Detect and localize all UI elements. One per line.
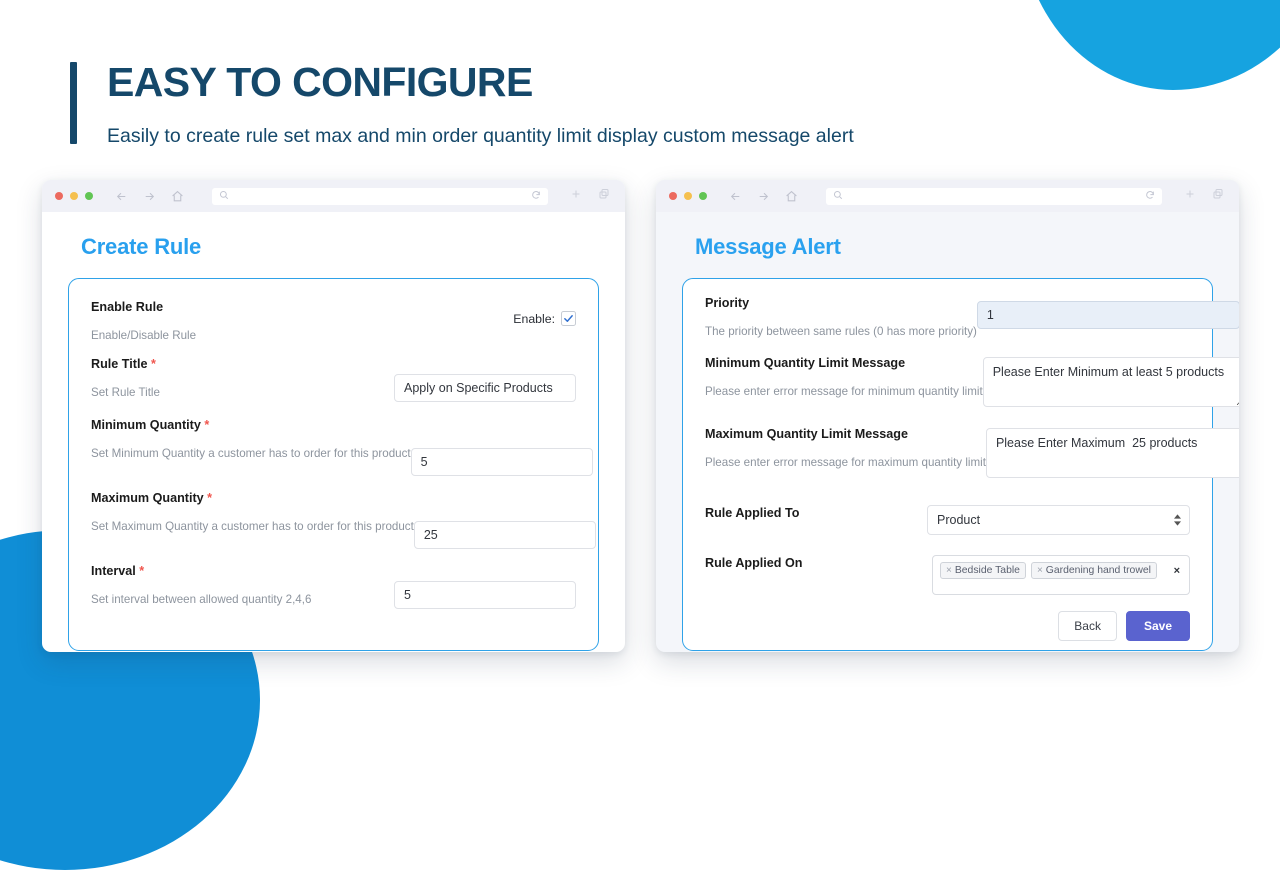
- browser-window-message-alert: Message Alert Priority The priority betw…: [656, 180, 1239, 652]
- field-hint: Set Rule Title: [91, 386, 160, 399]
- copy-tabs-icon[interactable]: [598, 187, 610, 205]
- browser-chrome-right: [656, 180, 1239, 212]
- priority-input[interactable]: [976, 301, 1239, 329]
- tag-label: Bedside Table: [954, 565, 1020, 576]
- reload-icon[interactable]: [531, 187, 541, 205]
- home-icon[interactable]: [171, 190, 184, 203]
- field-label: Maximum Quantity Limit Message: [705, 427, 908, 441]
- required-asterisk: *: [147, 357, 156, 371]
- address-bar[interactable]: [826, 187, 1162, 205]
- field-row-rule-applied-on: Rule Applied On × Bedside Table × Garden…: [705, 555, 1190, 595]
- enable-checkbox-group[interactable]: Enable:: [513, 311, 576, 326]
- forward-arrow-icon[interactable]: [143, 190, 156, 203]
- field-label: Rule Applied To: [705, 506, 800, 520]
- tag-label: Gardening hand trowel: [1045, 565, 1151, 576]
- field-row-max-limit-message: Maximum Quantity Limit Message Please en…: [705, 426, 1239, 478]
- field-label: Interval *: [91, 564, 145, 578]
- field-row-priority: Priority The priority between same rules…: [705, 295, 1239, 338]
- minimum-quantity-input[interactable]: [410, 448, 593, 476]
- maximize-traffic-light[interactable]: [85, 192, 93, 200]
- required-asterisk: *: [135, 564, 145, 578]
- field-row-maximum-quantity: Maximum Quantity * Set Maximum Quantity …: [91, 490, 596, 549]
- traffic-lights: [669, 192, 707, 200]
- accent-bar: [70, 62, 77, 144]
- home-icon[interactable]: [785, 190, 798, 203]
- minimum-limit-message-textarea[interactable]: [982, 357, 1239, 407]
- back-arrow-icon[interactable]: [729, 190, 742, 203]
- right-window-title: Message Alert: [695, 234, 841, 259]
- reload-icon[interactable]: [1145, 187, 1155, 205]
- field-label: Enable Rule: [91, 300, 164, 314]
- maximum-quantity-input[interactable]: [413, 521, 596, 549]
- field-label: Minimum Quantity *: [91, 418, 210, 432]
- tag-remove-icon[interactable]: ×: [946, 565, 952, 576]
- card-footer-buttons: Back Save: [705, 611, 1190, 641]
- headline-block: EASY TO CONFIGURE Easily to create rule …: [70, 58, 854, 150]
- field-hint: Set interval between allowed quantity 2,…: [91, 593, 312, 606]
- tag-remove-icon[interactable]: ×: [1037, 565, 1043, 576]
- field-label: Priority: [705, 296, 750, 310]
- enable-checkbox[interactable]: [561, 311, 576, 326]
- interval-input[interactable]: [394, 581, 576, 609]
- rule-title-input[interactable]: [394, 374, 576, 402]
- copy-tabs-icon[interactable]: [1212, 187, 1224, 205]
- field-label: Rule Applied On: [705, 556, 803, 570]
- field-row-enable-rule: Enable Rule Enable/Disable Rule Enable:: [91, 299, 576, 342]
- page-title: EASY TO CONFIGURE: [107, 59, 533, 105]
- required-asterisk: *: [203, 491, 213, 505]
- field-hint: Please enter error message for maximum q…: [705, 456, 986, 469]
- browser-chrome-left: [42, 180, 625, 212]
- tag-chip[interactable]: × Bedside Table: [940, 562, 1026, 579]
- rule-applied-to-value: Product: [937, 513, 981, 527]
- close-traffic-light[interactable]: [669, 192, 677, 200]
- tag-chip[interactable]: × Gardening hand trowel: [1030, 562, 1157, 579]
- minimize-traffic-light[interactable]: [684, 192, 692, 200]
- field-row-minimum-quantity: Minimum Quantity * Set Minimum Quantity …: [91, 417, 593, 476]
- field-row-interval: Interval * Set interval between allowed …: [91, 563, 576, 609]
- address-bar[interactable]: [212, 187, 548, 205]
- field-hint: The priority between same rules (0 has m…: [705, 325, 977, 338]
- enable-checkbox-label: Enable:: [513, 311, 555, 326]
- rule-applied-on-tags-input[interactable]: × Bedside Table × Gardening hand trowel …: [932, 555, 1190, 595]
- maximize-traffic-light[interactable]: [699, 192, 707, 200]
- minimize-traffic-light[interactable]: [70, 192, 78, 200]
- field-hint: Set Maximum Quantity a customer has to o…: [91, 520, 414, 533]
- maximum-limit-message-textarea[interactable]: [985, 428, 1239, 478]
- search-icon: [833, 187, 843, 205]
- traffic-lights: [55, 192, 93, 200]
- field-row-min-limit-message: Minimum Quantity Limit Message Please en…: [705, 355, 1239, 407]
- field-hint: Enable/Disable Rule: [91, 329, 197, 342]
- close-traffic-light[interactable]: [55, 192, 63, 200]
- rule-applied-to-select[interactable]: Product: [927, 505, 1190, 535]
- field-label: Maximum Quantity *: [91, 491, 213, 505]
- field-hint: Please enter error message for minimum q…: [705, 385, 983, 398]
- field-label: Rule Title *: [91, 357, 156, 371]
- forward-arrow-icon[interactable]: [757, 190, 770, 203]
- field-row-rule-title: Rule Title * Set Rule Title: [91, 356, 576, 402]
- plus-icon[interactable]: [1184, 187, 1196, 205]
- field-label: Minimum Quantity Limit Message: [705, 356, 906, 370]
- browser-window-create-rule: Create Rule Enable Rule Enable/Disable R…: [42, 180, 625, 652]
- message-alert-card: Priority The priority between same rules…: [682, 278, 1239, 651]
- required-asterisk: *: [200, 418, 210, 432]
- back-arrow-icon[interactable]: [115, 190, 128, 203]
- back-button[interactable]: Back: [1058, 611, 1117, 641]
- page-subtitle: Easily to create rule set max and min or…: [107, 125, 854, 148]
- field-hint: Set Minimum Quantity a customer has to o…: [91, 447, 411, 460]
- select-spinner-icon: [1174, 514, 1181, 526]
- create-rule-card: Enable Rule Enable/Disable Rule Enable:: [68, 278, 599, 651]
- save-button[interactable]: Save: [1125, 611, 1190, 641]
- plus-icon[interactable]: [570, 187, 582, 205]
- left-window-title: Create Rule: [81, 234, 202, 259]
- clear-all-tags-icon[interactable]: ×: [1174, 565, 1180, 577]
- decorative-blob-top-right: [1020, 0, 1280, 90]
- field-row-rule-applied-to: Rule Applied To Product: [705, 505, 1190, 535]
- search-icon: [219, 187, 229, 205]
